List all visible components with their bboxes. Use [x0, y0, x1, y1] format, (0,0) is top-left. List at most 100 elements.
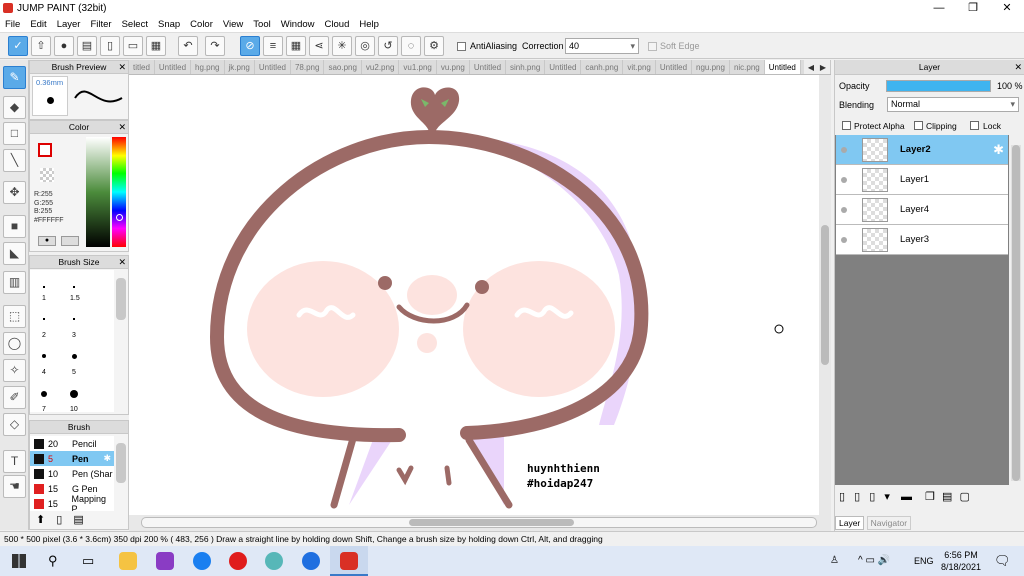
selection-pen-icon[interactable]: ✐	[3, 386, 26, 409]
horizontal-scrollbar[interactable]	[129, 515, 831, 531]
hue-bar[interactable]	[112, 137, 126, 247]
tab[interactable]: vu1.png	[399, 60, 437, 74]
tab[interactable]: 78.png	[291, 60, 325, 74]
blending-select[interactable]: Normal ▾	[887, 97, 1019, 112]
curve-snap-icon[interactable]: ↺	[378, 36, 398, 56]
merge-layer-icon[interactable]: ▤	[942, 491, 952, 503]
people-icon[interactable]: ♙	[830, 555, 839, 566]
clipping-checkbox[interactable]	[914, 121, 923, 130]
correction-select[interactable]: 40 ▾	[565, 38, 639, 54]
tab[interactable]: jk.png	[225, 60, 255, 74]
app-icon-1[interactable]	[156, 552, 174, 570]
opacity-slider[interactable]	[886, 80, 991, 92]
size-dot[interactable]	[73, 318, 75, 320]
tab-layer[interactable]: Layer	[835, 516, 865, 530]
visibility-icon[interactable]	[841, 207, 847, 213]
file-explorer-icon[interactable]	[119, 552, 137, 570]
new-halftone-icon[interactable]: ▯	[869, 491, 875, 503]
tab[interactable]: sao.png	[324, 60, 362, 74]
parallel-snap-icon[interactable]: ≡	[263, 36, 283, 56]
bucket-tool-icon[interactable]: ◣	[3, 242, 26, 265]
size-dot[interactable]	[73, 286, 75, 288]
tab[interactable]: vu.png	[437, 60, 470, 74]
menu-color[interactable]: Color	[185, 17, 218, 33]
upload-icon[interactable]: ⇧	[31, 36, 51, 56]
close-button[interactable]: ✕	[990, 0, 1024, 17]
menu-view[interactable]: View	[218, 17, 248, 33]
tab[interactable]: nic.png	[730, 60, 765, 74]
redo-icon[interactable]: ↷	[205, 36, 225, 56]
size-dot[interactable]	[43, 318, 45, 320]
close-icon[interactable]: ✕	[118, 61, 126, 74]
antialiasing-checkbox[interactable]	[457, 42, 466, 51]
minimize-button[interactable]: —	[922, 0, 956, 17]
folder-icon[interactable]: ▬	[901, 491, 912, 503]
document-icon[interactable]: ▯	[100, 36, 120, 56]
hand-tool-icon[interactable]: ☚	[3, 475, 26, 498]
fill-rect-tool-icon[interactable]: ■	[3, 215, 26, 238]
search-icon[interactable]: ⚲	[48, 553, 58, 569]
visibility-icon[interactable]	[841, 177, 847, 183]
canvas[interactable]: huynhthienn #hoidap247	[129, 75, 819, 515]
layer-row-layer1[interactable]: Layer1	[836, 165, 1008, 195]
tab-next-icon[interactable]: ▶	[815, 60, 831, 74]
language-indicator[interactable]: ENG	[914, 556, 934, 566]
menu-snap[interactable]: Snap	[153, 17, 185, 33]
tab[interactable]: ngu.png	[692, 60, 730, 74]
menu-help[interactable]: Help	[354, 17, 384, 33]
new-raster-icon[interactable]: ▯	[854, 491, 860, 503]
visibility-icon[interactable]	[841, 147, 847, 153]
menu-window[interactable]: Window	[276, 17, 320, 33]
horizontal-scroll-thumb[interactable]	[409, 519, 574, 526]
undo-icon[interactable]: ↶	[178, 36, 198, 56]
menu-layer[interactable]: Layer	[52, 17, 86, 33]
layer-scrollbar[interactable]	[1011, 145, 1021, 481]
brush-item-mapping[interactable]: 15 Mapping P	[30, 494, 114, 511]
gear-snap-icon[interactable]: ⚙	[424, 36, 444, 56]
copy-brush-icon[interactable]: ▯	[56, 514, 62, 526]
protect-alpha-checkbox[interactable]	[842, 121, 851, 130]
windows-start-icon[interactable]	[12, 554, 26, 568]
new-layer-icon[interactable]: ▯	[839, 491, 845, 503]
close-icon[interactable]: ✕	[1014, 60, 1022, 75]
vertical-scroll-thumb[interactable]	[821, 225, 829, 365]
layer-row-layer4[interactable]: Layer4	[836, 195, 1008, 225]
coccoc-icon[interactable]	[302, 552, 320, 570]
vertical-scrollbar[interactable]	[819, 75, 831, 515]
ellipse-snap-icon[interactable]: ◌	[401, 36, 421, 56]
menu-tool[interactable]: Tool	[248, 17, 275, 33]
move-tool-icon[interactable]: ✥	[3, 181, 26, 204]
brush-menu-icon[interactable]: ▤	[73, 514, 83, 526]
menu-cloud[interactable]: Cloud	[320, 17, 355, 33]
size-dot[interactable]	[42, 354, 46, 358]
text-tool-icon[interactable]: T	[3, 450, 26, 473]
brush-item-pencil[interactable]: 20 Pencil	[30, 436, 114, 451]
page-icon[interactable]: ▭	[123, 36, 143, 56]
visibility-icon[interactable]	[841, 237, 847, 243]
tab[interactable]: Untitled	[545, 60, 582, 74]
tab[interactable]: vu2.png	[362, 60, 400, 74]
size-scrollbar[interactable]	[116, 278, 126, 320]
menu-file[interactable]: File	[0, 17, 25, 33]
dropper-icon[interactable]	[61, 236, 79, 246]
size-dot[interactable]	[41, 391, 47, 397]
add-brush-icon[interactable]: ⬆	[36, 514, 45, 526]
tab[interactable]: vit.png	[623, 60, 656, 74]
hue-marker[interactable]	[116, 214, 123, 221]
lock-checkbox[interactable]	[970, 121, 979, 130]
tab[interactable]: sinh.png	[506, 60, 546, 74]
close-icon[interactable]: ✕	[118, 121, 126, 134]
system-tray[interactable]: ^ ▭ 🔊	[858, 555, 890, 566]
gear-icon[interactable]: ✱	[993, 142, 1004, 158]
magic-wand-icon[interactable]: ✧	[3, 359, 26, 382]
grid-snap-icon[interactable]: ▦	[286, 36, 306, 56]
maximize-button[interactable]: ❐	[956, 0, 990, 17]
horizontal-scroll-track[interactable]	[141, 517, 817, 528]
circle-snap-icon[interactable]: ◎	[355, 36, 375, 56]
tab[interactable]: Untitled	[155, 60, 192, 74]
comment-icon[interactable]: ▤	[77, 36, 97, 56]
close-icon[interactable]: ✕	[118, 256, 126, 269]
line-tool-icon[interactable]: ╲	[3, 149, 26, 172]
tab[interactable]: Untitled	[470, 60, 507, 74]
softedge-checkbox[interactable]	[648, 42, 657, 51]
